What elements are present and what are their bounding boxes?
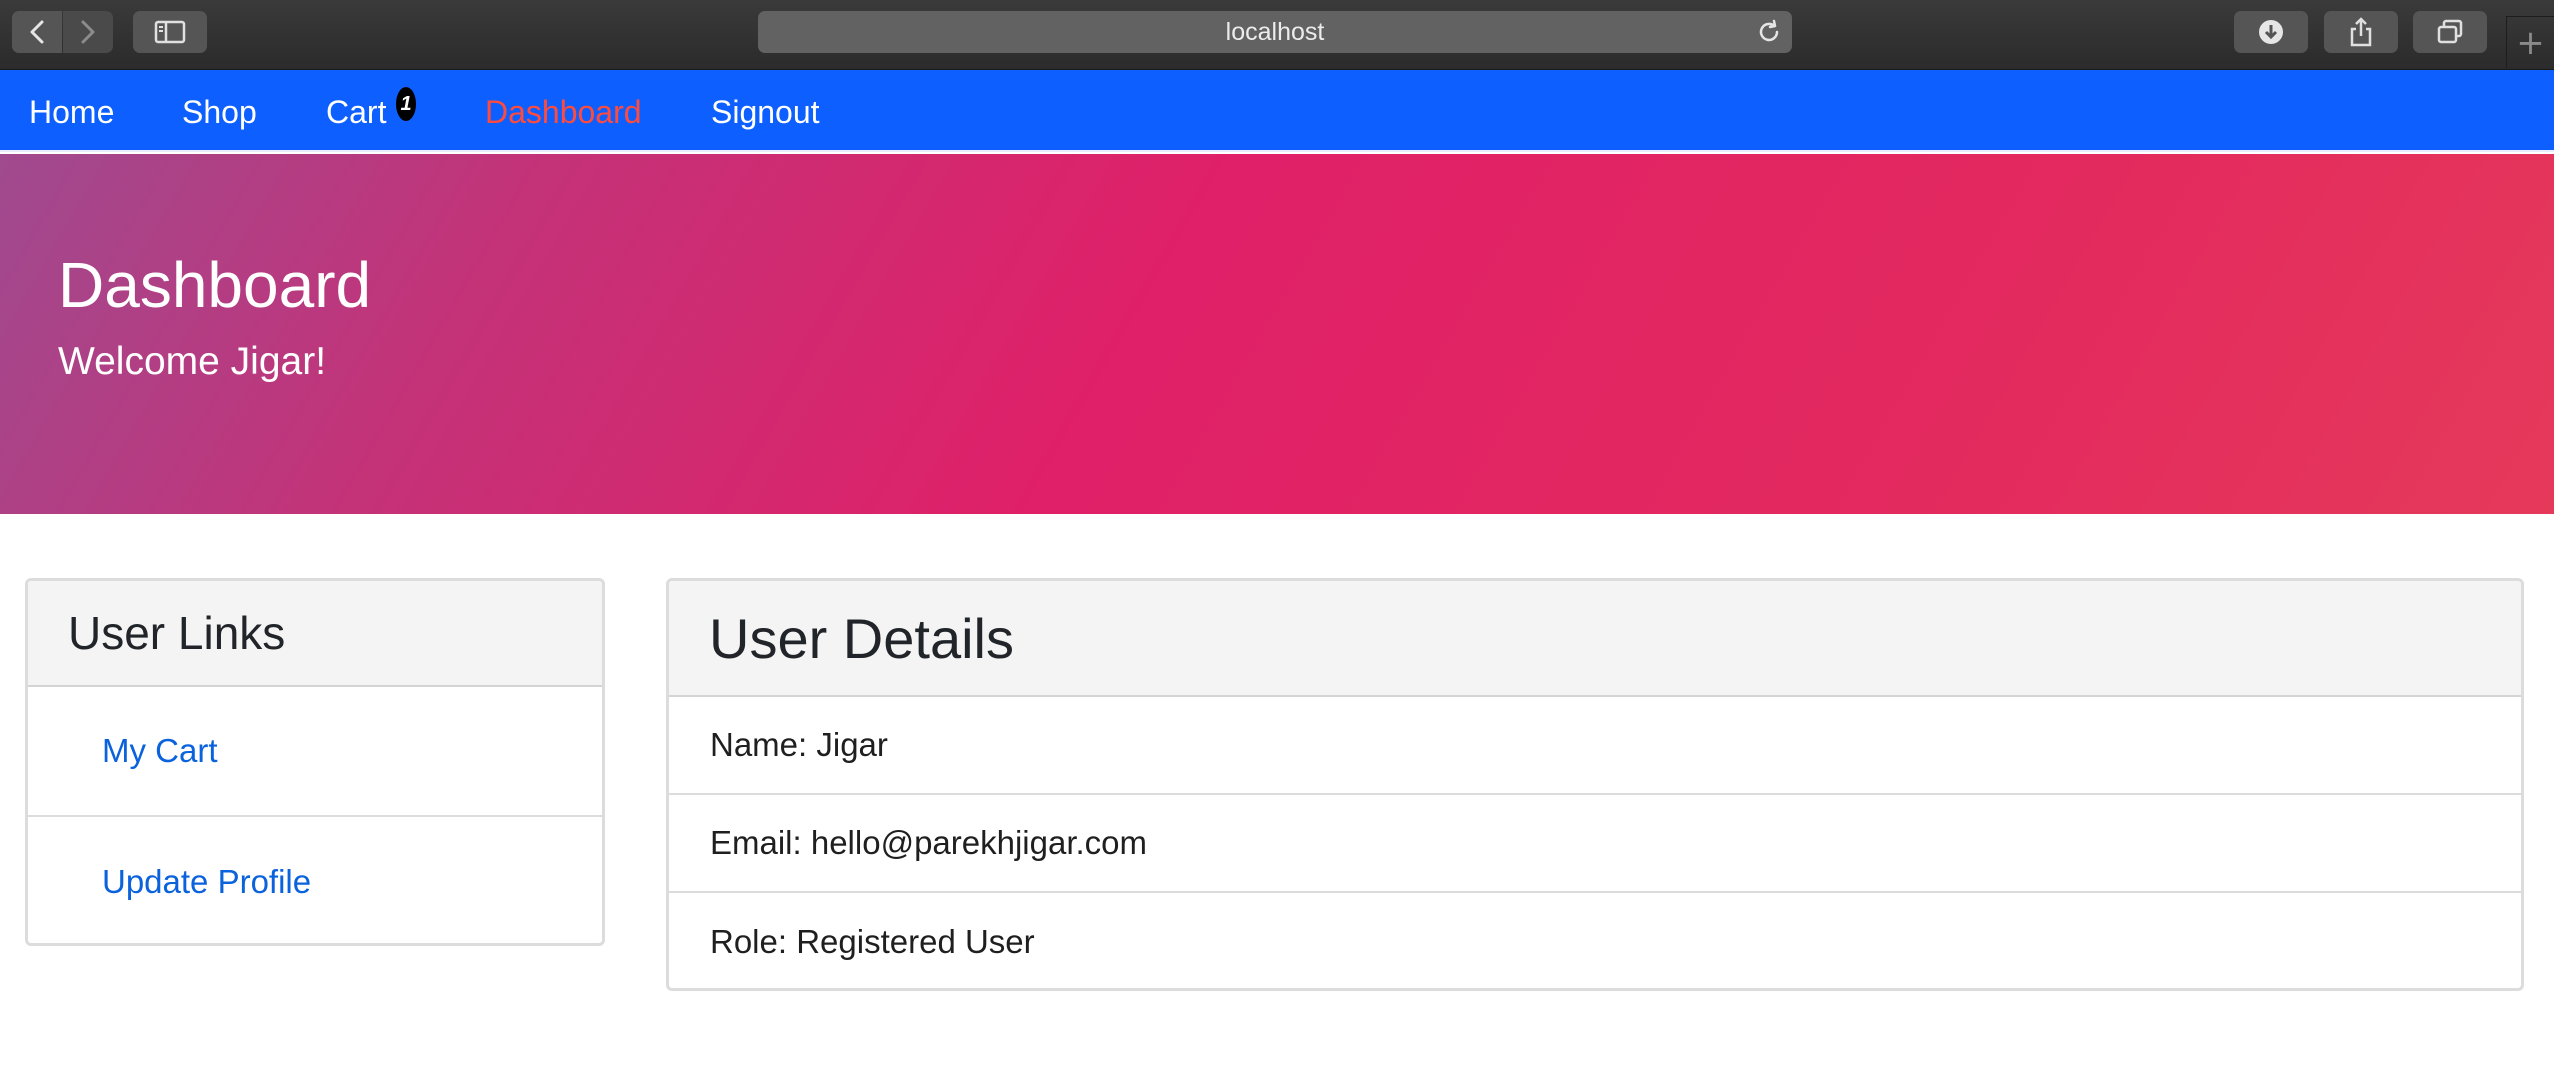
forward-button[interactable] — [63, 11, 113, 53]
sidebar-icon — [154, 20, 186, 44]
user-details-header: User Details — [669, 581, 2521, 697]
welcome-message: Welcome Jigar! — [58, 340, 327, 383]
new-tab-button[interactable]: + — [2506, 16, 2554, 68]
nav-shop-link[interactable]: Shop — [182, 70, 257, 152]
list-item: Update Profile — [28, 817, 602, 943]
share-icon — [2349, 17, 2373, 47]
user-links-title: User Links — [68, 607, 286, 659]
user-links-header: User Links — [28, 581, 602, 687]
user-name-row: Name: Jigar — [669, 697, 2521, 795]
browser-toolbar: localhost + — [0, 0, 2554, 70]
tabs-overview-button[interactable] — [2413, 11, 2487, 53]
user-links-card: User Links My Cart Update Profile — [25, 578, 605, 946]
chevron-right-icon — [78, 19, 98, 45]
plus-icon: + — [2516, 22, 2545, 63]
user-details-title: User Details — [709, 606, 1014, 670]
url-text: localhost — [1225, 17, 1325, 46]
main-navbar: Home Shop Cart 1 Dashboard Signout — [0, 70, 2554, 152]
user-email-row: Email: hello@parekhjigar.com — [669, 795, 2521, 893]
download-icon — [2257, 18, 2285, 46]
my-cart-link[interactable]: My Cart — [102, 732, 218, 770]
chevron-left-icon — [27, 19, 47, 45]
cart-count-badge: 1 — [396, 87, 416, 121]
share-button[interactable] — [2324, 11, 2398, 53]
nav-cart-link[interactable]: Cart — [326, 70, 386, 152]
nav-signout-link[interactable]: Signout — [711, 70, 820, 152]
tabs-icon — [2436, 19, 2464, 45]
dashboard-banner: Dashboard Welcome Jigar! — [0, 154, 2554, 514]
page-title: Dashboard — [58, 249, 372, 321]
nav-home-link[interactable]: Home — [29, 70, 114, 152]
user-role-row: Role: Registered User — [710, 923, 1035, 960]
list-item: My Cart — [28, 687, 602, 817]
reload-icon[interactable] — [1756, 19, 1782, 52]
sidebar-toggle-button[interactable] — [133, 11, 207, 53]
address-bar[interactable]: localhost — [758, 11, 1792, 53]
update-profile-link[interactable]: Update Profile — [102, 863, 311, 901]
downloads-button[interactable] — [2234, 11, 2308, 53]
user-details-card: User Details Name: Jigar Email: hello@pa… — [666, 578, 2524, 991]
back-button[interactable] — [12, 11, 62, 53]
nav-dashboard-link[interactable]: Dashboard — [485, 70, 642, 152]
